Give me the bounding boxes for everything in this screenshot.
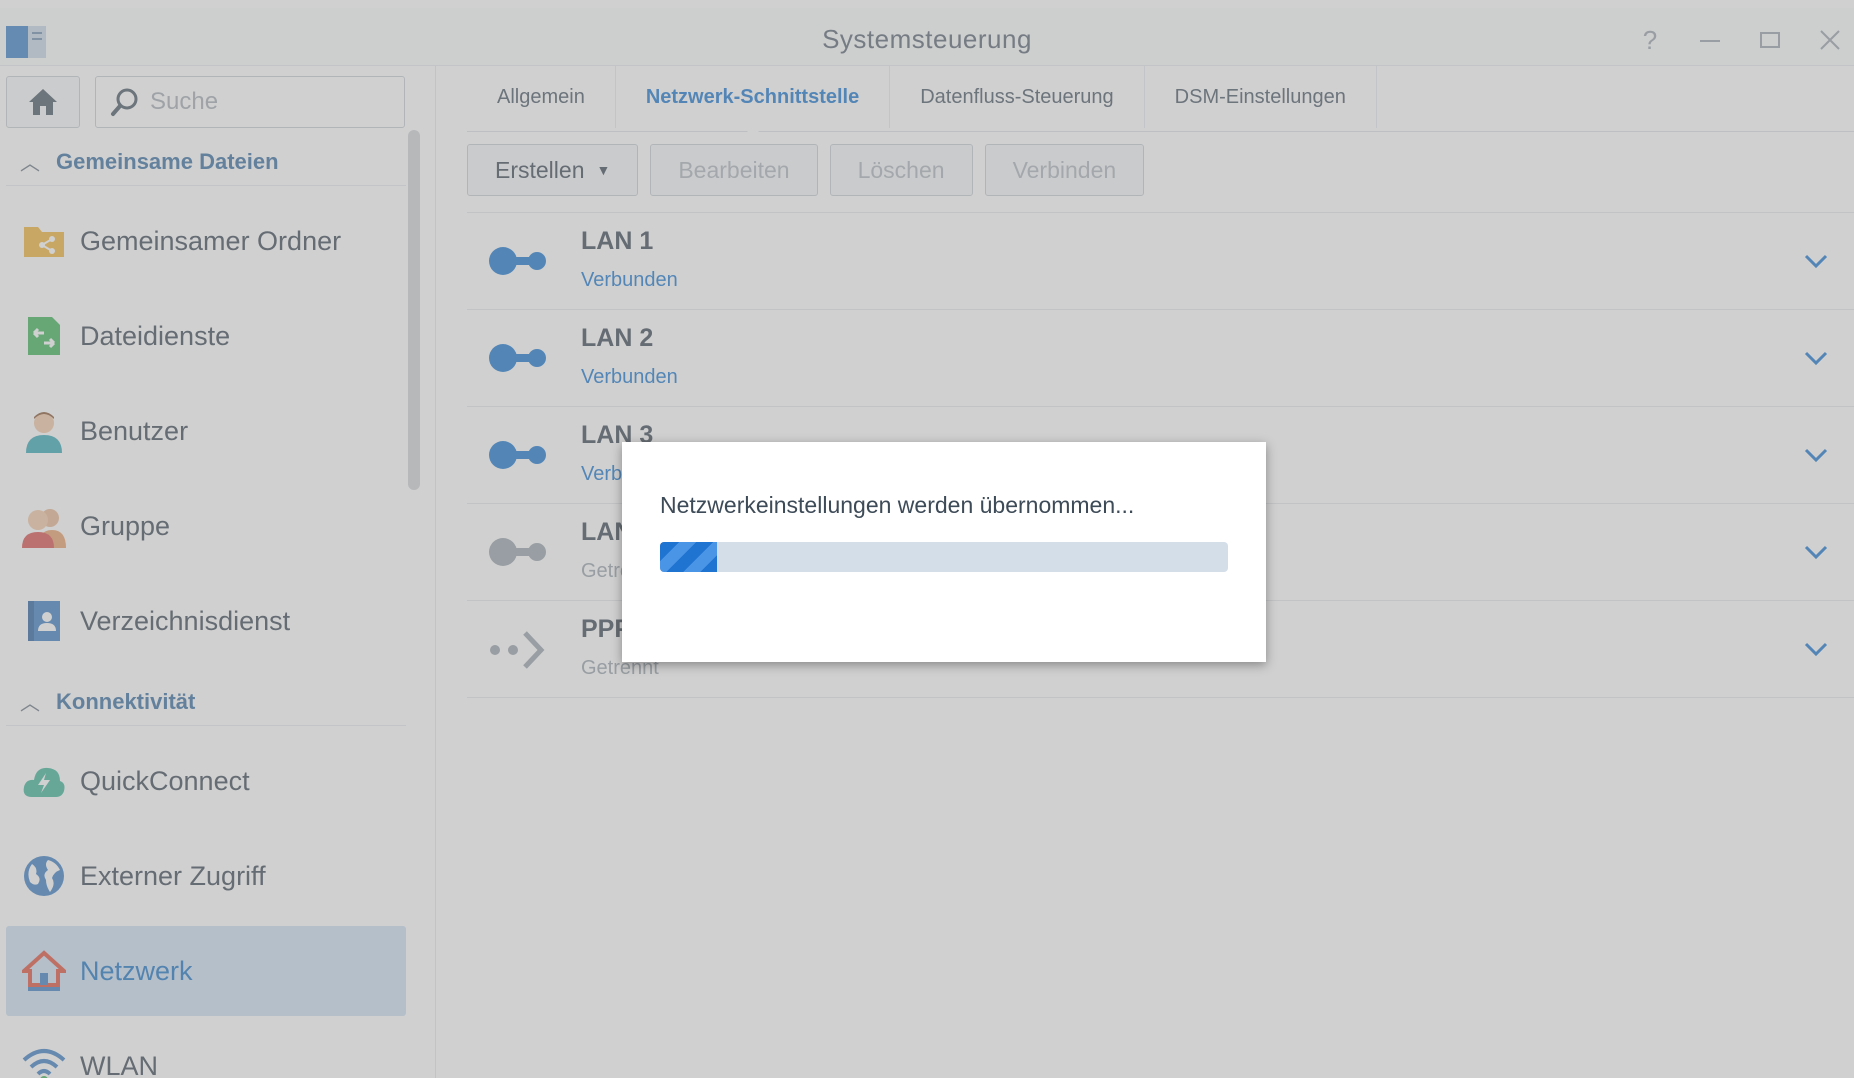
progress-bar-fill — [660, 542, 717, 572]
progress-message: Netzwerkeinstellungen werden übernommen.… — [660, 492, 1135, 518]
progress-dialog: Netzwerkeinstellungen werden übernommen.… — [622, 442, 1266, 662]
progress-bar — [660, 542, 1228, 572]
